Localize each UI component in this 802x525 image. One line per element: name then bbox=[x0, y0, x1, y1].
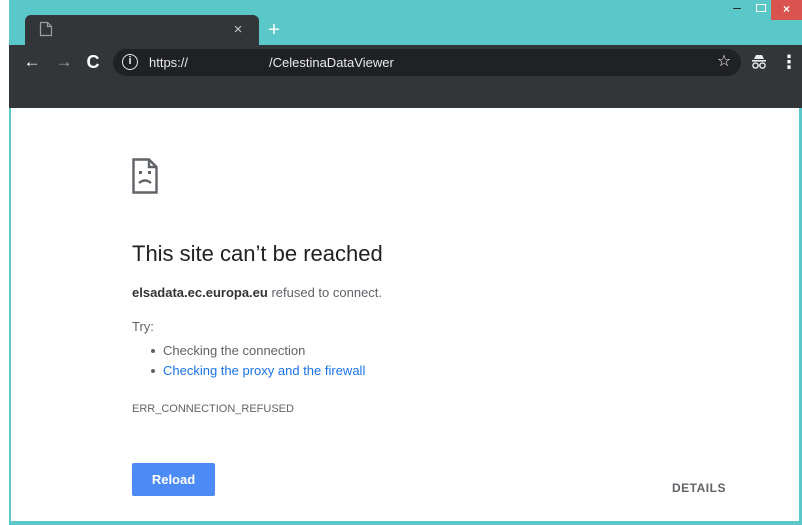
new-tab-button[interactable]: + bbox=[262, 19, 286, 43]
sad-document-icon bbox=[132, 158, 158, 194]
browser-tab[interactable]: × bbox=[25, 15, 259, 45]
details-button[interactable]: DETAILS bbox=[672, 481, 726, 495]
forward-button[interactable]: → bbox=[53, 51, 75, 73]
back-button[interactable]: ← bbox=[21, 51, 43, 73]
title-bar: × + bbox=[9, 0, 802, 45]
toolbar: ← → C i https:// /CelestinaDataViewer bbox=[9, 45, 802, 80]
error-page bbox=[11, 108, 799, 521]
browser-window: × + – × ← → C i https:// /CelestinaDataV… bbox=[0, 0, 802, 525]
reload-icon-button[interactable]: C bbox=[82, 50, 104, 74]
tab-close-icon[interactable]: × bbox=[228, 20, 248, 40]
info-icon[interactable]: i bbox=[122, 54, 138, 70]
reload-button[interactable]: Reload bbox=[132, 463, 215, 496]
refused-text: refused to connect. bbox=[267, 285, 383, 300]
close-window-button[interactable]: × bbox=[771, 0, 802, 20]
menu-icon[interactable]: ⋮ bbox=[780, 50, 798, 74]
suggestion-check-connection: Checking the connection bbox=[148, 341, 365, 361]
error-heading: This site can’t be reached bbox=[132, 241, 383, 266]
maximize-icon bbox=[756, 4, 766, 12]
suggestion-list: Checking the connection Checking the pro… bbox=[148, 341, 365, 381]
maximize-button[interactable] bbox=[750, 0, 772, 18]
toolbar-band bbox=[9, 80, 802, 108]
refused-message: elsadata.ec.europa.eu refused to connect… bbox=[132, 285, 382, 301]
bookmark-star-icon[interactable]: ☆ bbox=[715, 51, 733, 73]
url-path: /CelestinaDataViewer bbox=[269, 55, 394, 70]
window-frame-bottom bbox=[9, 521, 802, 525]
minimize-button[interactable]: – bbox=[724, 0, 750, 18]
url-scheme: https:// bbox=[149, 55, 189, 70]
suggestion-check-proxy-link[interactable]: Checking the proxy and the firewall bbox=[148, 361, 365, 381]
error-code: ERR_CONNECTION_REFUSED bbox=[132, 403, 294, 415]
incognito-icon[interactable] bbox=[749, 50, 769, 74]
page-icon bbox=[39, 21, 53, 37]
address-bar[interactable]: i https:// /CelestinaDataViewer bbox=[113, 49, 741, 76]
host-name: elsadata.ec.europa.eu bbox=[132, 285, 268, 300]
try-label: Try: bbox=[132, 319, 154, 334]
